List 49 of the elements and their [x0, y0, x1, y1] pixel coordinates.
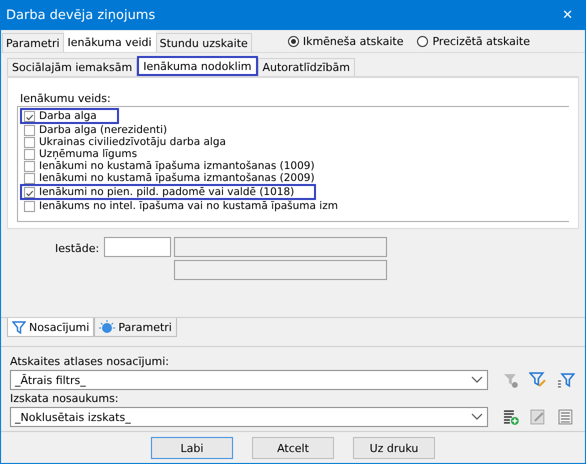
tab[interactable]: Autoratlīdzībām — [258, 58, 355, 76]
tab[interactable]: Parametri — [2, 33, 64, 52]
radio-button[interactable] — [417, 36, 428, 47]
radio-button[interactable] — [288, 36, 299, 47]
checkbox-item[interactable]: Ienākumi no kustamā īpašuma izmantošanas (1009) — [20, 160, 317, 172]
checkbox[interactable] — [24, 148, 35, 160]
field-label: Iestāde: — [55, 242, 100, 257]
dropdown[interactable]: _Noklusētais izskats_ — [10, 407, 488, 427]
list-icon[interactable] — [557, 408, 576, 426]
window-title: Darba devēja ziņojums — [6, 8, 156, 23]
filter-pencil-icon[interactable] — [529, 371, 548, 389]
tab[interactable]: Ienākuma veidi — [64, 31, 156, 52]
gear-icon — [99, 320, 116, 334]
field-label: Izskata nosaukums: — [10, 392, 120, 405]
checkbox[interactable] — [24, 136, 35, 148]
checkbox[interactable] — [24, 160, 35, 172]
tab[interactable]: Stundu uzskaite — [156, 33, 252, 52]
input-field[interactable] — [104, 237, 172, 257]
checkbox[interactable] — [24, 172, 35, 184]
list-label: Ienākumu veids: — [19, 92, 112, 105]
checkbox-item[interactable]: Darba alga (nerezidenti) — [20, 124, 170, 136]
dialog-button[interactable]: Atcelt — [252, 437, 334, 459]
checkbox-item[interactable]: Ienākumi no pien. pild. padomē vai valdē (1018) — [20, 184, 316, 200]
checkbox[interactable] — [24, 124, 35, 136]
filter-icon — [12, 320, 26, 334]
tab[interactable]: Ienākuma nodoklim — [137, 56, 258, 76]
chevron-icon — [470, 413, 483, 421]
dialog-button[interactable]: Labi — [151, 437, 233, 459]
field-label: Atskaites atlases nosacījumi: — [10, 355, 170, 368]
checkbox-item[interactable]: Ukrainas civiliedzīvotāju darba alga — [20, 136, 228, 148]
tab[interactable]: Sociālajām iemaksām — [7, 58, 138, 76]
checkbox-item[interactable]: Ienākums no intel. īpašuma vai no kustamā īpašuma izm — [20, 200, 340, 212]
checkbox-item[interactable]: Darba alga — [20, 108, 119, 124]
checkbox-item[interactable]: Ienākumi no kustamā īpašuma izmantošanas (2009) — [20, 172, 317, 184]
radio-option[interactable]: Precizētā atskaite — [417, 35, 530, 48]
checkbox[interactable] — [24, 200, 35, 212]
dialog-button[interactable]: Uz druku — [353, 437, 435, 459]
checkbox[interactable] — [24, 110, 35, 122]
close-button[interactable]: ✕ — [556, 6, 579, 25]
tab[interactable]: Parametri — [94, 318, 177, 337]
checkbox-item[interactable]: Uzņēmuma līgums — [20, 148, 140, 160]
filter-icon[interactable] — [557, 371, 576, 389]
edit-icon[interactable] — [529, 408, 548, 426]
radio-option[interactable]: Ikmēneša atskaite — [288, 35, 404, 48]
checkbox[interactable] — [24, 186, 35, 198]
add-list-icon[interactable] — [502, 408, 520, 426]
dropdown[interactable]: _Ātrais filtrs_ — [10, 370, 488, 390]
chevron-icon — [470, 376, 483, 384]
tab[interactable]: Nosacījumi — [7, 318, 94, 337]
